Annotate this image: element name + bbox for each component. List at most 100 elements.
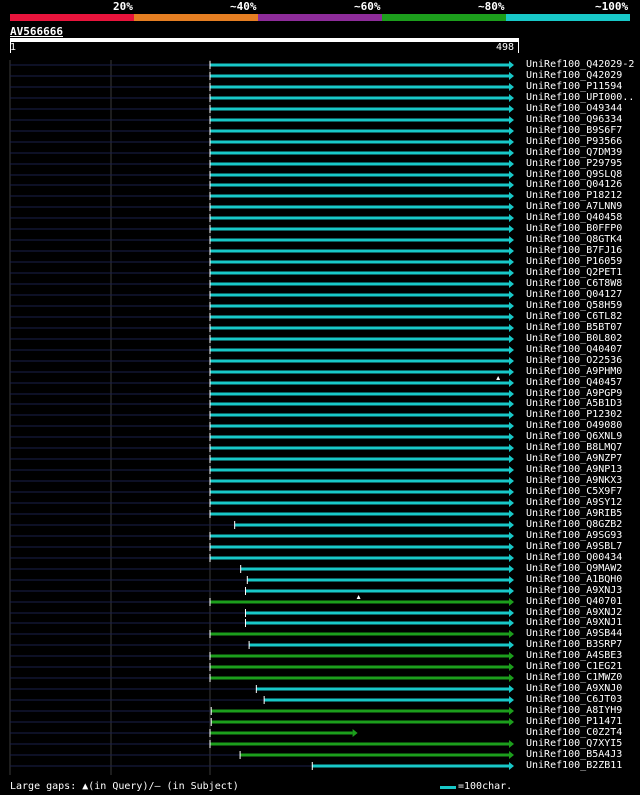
hit-label[interactable]: UniRef100_A1BQH0 [526,574,622,585]
hit-label[interactable]: UniRef100_Q40701 [526,596,622,607]
hit-alignment-bar[interactable] [210,676,509,680]
hit-label[interactable]: UniRef100_P93566 [526,136,622,147]
hit-alignment-bar[interactable] [249,643,510,647]
hit-alignment-bar[interactable] [210,534,509,538]
hit-alignment-bar[interactable] [210,413,509,417]
hit-label[interactable]: UniRef100_P18212 [526,190,622,201]
hit-label[interactable]: UniRef100_Q00434 [526,552,622,563]
hit-alignment-bar[interactable] [210,194,509,198]
hit-label[interactable]: UniRef100_B8LMQ7 [526,442,622,453]
hit-label[interactable]: UniRef100_B0FFP0 [526,223,622,234]
hit-label[interactable]: UniRef100_Q04126 [526,179,622,190]
hit-alignment-bar[interactable] [210,326,509,330]
hit-alignment-bar[interactable] [210,63,509,67]
hit-alignment-bar[interactable] [210,162,509,166]
hit-alignment-bar[interactable] [210,96,509,100]
hit-alignment-bar[interactable] [210,512,509,516]
hit-label[interactable]: UniRef100_O49344 [526,103,622,114]
hit-label[interactable]: UniRef100_Q6XNL9 [526,431,622,442]
hit-alignment-bar[interactable] [210,282,509,286]
hit-label[interactable]: UniRef100_Q8GZB2 [526,519,622,530]
hit-alignment-bar[interactable] [210,446,509,450]
hit-label[interactable]: UniRef100_A4SBE3 [526,650,622,661]
hit-alignment-bar[interactable] [211,720,509,724]
hit-alignment-bar[interactable] [210,85,509,89]
hit-alignment-bar[interactable] [210,370,509,374]
hit-label[interactable]: UniRef100_C0Z2T4 [526,727,622,738]
hit-alignment-bar[interactable] [210,556,509,560]
hit-label[interactable]: UniRef100_A8IYH9 [526,705,622,716]
hit-label[interactable]: UniRef100_A9NKX3 [526,475,622,486]
hit-alignment-bar[interactable] [210,381,509,385]
hit-alignment-bar[interactable] [210,107,509,111]
hit-label[interactable]: UniRef100_B0L802 [526,333,622,344]
hit-label[interactable]: UniRef100_Q42029 [526,70,622,81]
hit-label[interactable]: UniRef100_P16059 [526,256,622,267]
hit-alignment-bar[interactable] [210,118,509,122]
hit-label[interactable]: UniRef100_C6T8W8 [526,278,622,289]
hit-label[interactable]: UniRef100_A9SY12 [526,497,622,508]
hit-alignment-bar[interactable] [210,348,509,352]
hit-label[interactable]: UniRef100_B5A4J3 [526,749,622,760]
hit-alignment-bar[interactable] [210,545,509,549]
hit-alignment-bar[interactable] [245,589,509,593]
hit-alignment-bar[interactable] [210,665,509,669]
hit-label[interactable]: UniRef100_A9NP13 [526,464,622,475]
hit-label[interactable]: UniRef100_Q58H59 [526,300,622,311]
hit-label[interactable]: UniRef100_A9PHM0 [526,366,622,377]
hit-alignment-bar[interactable] [210,490,509,494]
hit-label[interactable]: UniRef100_P11471 [526,716,622,727]
hit-alignment-bar[interactable] [210,227,509,231]
hit-alignment-bar[interactable] [210,742,509,746]
hit-alignment-bar[interactable] [210,479,509,483]
hit-alignment-bar[interactable] [210,468,509,472]
hit-label[interactable]: UniRef100_UPI000.. [526,92,634,103]
hit-alignment-bar[interactable] [210,238,509,242]
hit-label[interactable]: UniRef100_P12302 [526,409,622,420]
hit-label[interactable]: UniRef100_P29795 [526,158,622,169]
hit-alignment-bar[interactable] [210,435,509,439]
hit-alignment-bar[interactable] [210,293,509,297]
hit-label[interactable]: UniRef100_O49080 [526,420,622,431]
hit-alignment-bar[interactable] [312,764,509,768]
hit-alignment-bar[interactable] [210,216,509,220]
hit-alignment-bar[interactable] [245,621,509,625]
hit-label[interactable]: UniRef100_Q96334 [526,114,622,125]
hit-label[interactable]: UniRef100_A9XNJ3 [526,585,622,596]
hit-alignment-bar[interactable] [210,501,509,505]
hit-alignment-bar[interactable] [210,205,509,209]
hit-alignment-bar[interactable] [210,654,509,658]
hit-label[interactable]: UniRef100_A9SBL7 [526,541,622,552]
hit-label[interactable]: UniRef100_Q9MAW2 [526,563,622,574]
hit-label[interactable]: UniRef100_C6TL82 [526,311,622,322]
hit-alignment-bar[interactable] [264,698,509,702]
hit-alignment-bar[interactable] [240,567,509,571]
hit-alignment-bar[interactable] [210,424,509,428]
hit-label[interactable]: UniRef100_B5BT07 [526,322,622,333]
hit-label[interactable]: UniRef100_Q2PET1 [526,267,622,278]
hit-label[interactable]: UniRef100_C1EG21 [526,661,622,672]
hit-alignment-bar[interactable] [210,129,509,133]
hit-alignment-bar[interactable] [240,753,509,757]
hit-label[interactable]: UniRef100_B2ZB11 [526,760,622,771]
hit-alignment-bar[interactable] [210,74,509,78]
hit-label[interactable]: UniRef100_Q8GTK4 [526,234,622,245]
hit-alignment-bar[interactable] [210,140,509,144]
hit-label[interactable]: UniRef100_A9NZP7 [526,453,622,464]
hit-label[interactable]: UniRef100_B3SRP7 [526,639,622,650]
hit-label[interactable]: UniRef100_A9XNJ1 [526,617,622,628]
hit-alignment-bar[interactable] [210,151,509,155]
hit-label[interactable]: UniRef100_C6JT03 [526,694,622,705]
hit-label[interactable]: UniRef100_Q7XYI5 [526,738,622,749]
hit-label[interactable]: UniRef100_B9S6F7 [526,125,622,136]
hit-label[interactable]: UniRef100_A9SG93 [526,530,622,541]
hit-alignment-bar[interactable] [210,632,509,636]
hit-alignment-bar[interactable] [245,611,509,615]
hit-alignment-bar[interactable] [211,709,509,713]
hit-label[interactable]: UniRef100_A9SB44 [526,628,622,639]
hit-alignment-bar[interactable] [210,249,509,253]
hit-alignment-bar[interactable] [210,457,509,461]
hit-alignment-bar[interactable] [210,173,509,177]
hit-label[interactable]: UniRef100_B7FJ16 [526,245,622,256]
hit-alignment-bar[interactable] [210,304,509,308]
